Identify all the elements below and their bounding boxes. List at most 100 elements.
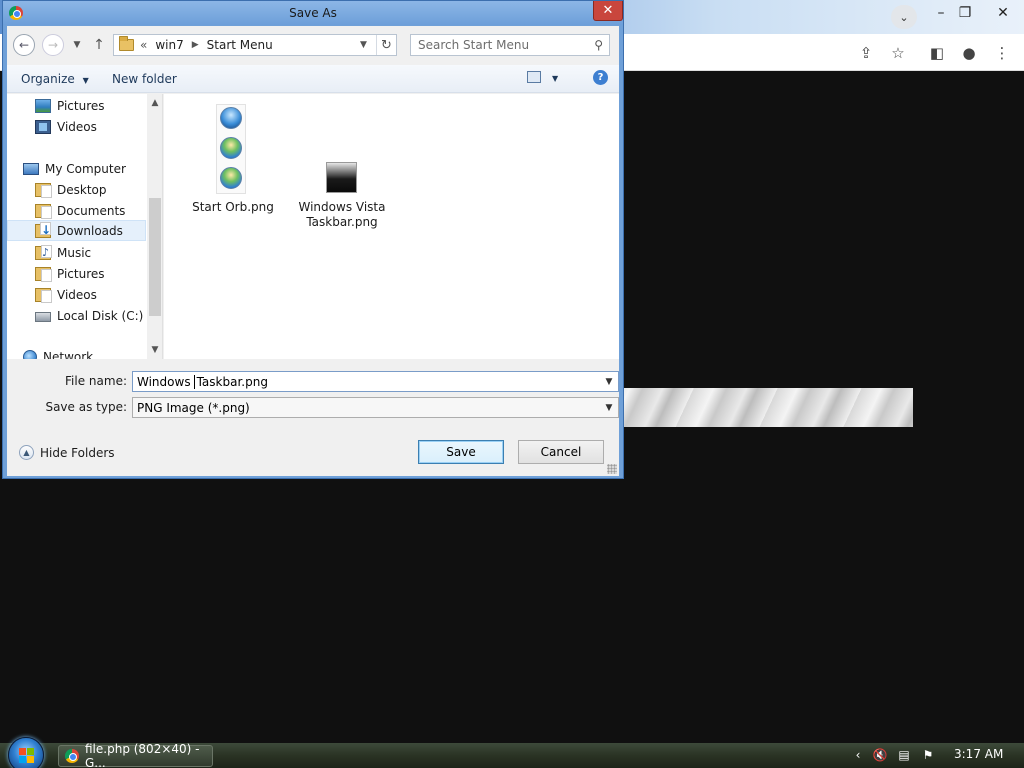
start-orb-icon bbox=[220, 137, 242, 159]
save-type-select[interactable]: PNG Image (*.png) ▼ bbox=[132, 397, 619, 418]
address-overflow-chevron[interactable]: « bbox=[140, 38, 147, 52]
file-start-orb[interactable]: Start Orb.png bbox=[190, 200, 276, 215]
browser-close-button[interactable]: ✕ bbox=[988, 0, 1018, 26]
nav-item-label: Desktop bbox=[57, 182, 107, 197]
nav-item-videos[interactable]: Videos bbox=[35, 116, 97, 137]
file-name-dropdown-icon[interactable]: ▼ bbox=[602, 373, 616, 390]
computer-icon bbox=[23, 162, 39, 175]
vista-taskbar-thumbnail[interactable] bbox=[326, 162, 357, 193]
file-list: Start Orb.png Windows Vista Taskbar.png bbox=[164, 94, 619, 359]
folder-icon bbox=[119, 36, 134, 51]
music-icon bbox=[35, 244, 52, 260]
start-orb-icon bbox=[220, 167, 242, 189]
address-segment-start-menu[interactable]: Start Menu bbox=[207, 38, 273, 52]
change-view-icon[interactable] bbox=[527, 71, 541, 83]
dialog-close-button[interactable]: ✕ bbox=[593, 1, 623, 21]
start-orb-thumbnail[interactable] bbox=[216, 104, 246, 194]
network-icon bbox=[23, 349, 37, 359]
folder-icon bbox=[35, 182, 52, 198]
address-dropdown-icon[interactable]: ▼ bbox=[360, 40, 367, 50]
nav-item-label: Videos bbox=[57, 119, 97, 134]
up-folder-icon[interactable]: ↑ bbox=[91, 36, 107, 54]
videos-icon bbox=[35, 119, 51, 134]
downloads-icon bbox=[35, 221, 51, 238]
scroll-up-icon[interactable]: ▲ bbox=[147, 95, 162, 111]
new-folder-button[interactable]: New folder bbox=[112, 72, 177, 86]
save-type-value: PNG Image (*.png) bbox=[137, 400, 250, 415]
organize-button[interactable]: Organize ▼ bbox=[21, 72, 89, 86]
file-name-line2: Taskbar.png bbox=[306, 215, 378, 229]
search-icon[interactable]: ⚲ bbox=[594, 38, 603, 52]
organize-label: Organize bbox=[21, 72, 75, 86]
file-name-value-part2: Taskbar.png bbox=[196, 374, 268, 389]
dialog-body: ← → ▼ ↑ « win7 ▶ Start Menu ▼ ↻ Search S… bbox=[7, 26, 619, 476]
nav-item-videos-2[interactable]: Videos bbox=[35, 284, 97, 305]
address-segment-win7[interactable]: win7 bbox=[155, 38, 183, 52]
address-bar[interactable]: « win7 ▶ Start Menu ▼ ↻ bbox=[113, 34, 397, 56]
nav-item-label: My Computer bbox=[45, 161, 126, 176]
bookmark-star-icon[interactable]: ☆ bbox=[886, 41, 910, 65]
address-separator-icon[interactable]: ▶ bbox=[192, 40, 199, 50]
nav-scrollbar[interactable]: ▲ ▼ bbox=[147, 94, 162, 359]
taskbar-item-chrome[interactable]: file.php (802×40) - G... bbox=[58, 742, 213, 768]
action-center-flag-icon[interactable]: ⚑ bbox=[920, 747, 936, 763]
hide-folders-button[interactable]: ▲ Hide Folders bbox=[19, 445, 115, 460]
nav-item-label: Videos bbox=[57, 287, 97, 302]
nav-item-my-computer[interactable]: My Computer bbox=[23, 158, 126, 179]
nav-item-downloads[interactable]: Downloads bbox=[7, 220, 146, 241]
volume-muted-icon[interactable]: 🔇 bbox=[872, 747, 888, 763]
nav-item-label: Local Disk (C:) bbox=[57, 308, 144, 323]
scroll-thumb[interactable] bbox=[149, 198, 161, 316]
disk-icon bbox=[35, 312, 51, 322]
share-icon[interactable]: ⇪ bbox=[854, 41, 878, 65]
save-type-label: Save as type: bbox=[45, 400, 127, 414]
taskbar: file.php (802×40) - G... ‹ 🔇 ▤ ⚑ 3:17 AM bbox=[0, 737, 1024, 768]
collapse-up-icon: ▲ bbox=[19, 445, 34, 460]
search-placeholder: Search Start Menu bbox=[418, 38, 530, 52]
restore-button[interactable]: ❐ bbox=[950, 0, 980, 26]
windows-logo-icon bbox=[19, 748, 35, 764]
nav-item-label: Network bbox=[43, 349, 94, 360]
dialog-titlebar[interactable]: Save As ✕ bbox=[3, 1, 623, 25]
back-button[interactable]: ← bbox=[13, 34, 35, 56]
organize-dropdown-icon: ▼ bbox=[82, 76, 89, 85]
recent-locations-dropdown-icon[interactable]: ▼ bbox=[69, 36, 85, 54]
menu-kebab-icon[interactable]: ⋮ bbox=[990, 41, 1014, 65]
taskbar-item-label: file.php (802×40) - G... bbox=[85, 742, 200, 768]
nav-item-label: Pictures bbox=[57, 266, 105, 281]
help-icon[interactable]: ? bbox=[593, 70, 608, 85]
command-bar: Organize ▼ New folder ▼ ? bbox=[7, 65, 619, 93]
save-type-dropdown-icon[interactable]: ▼ bbox=[602, 399, 616, 416]
refresh-icon[interactable]: ↻ bbox=[376, 35, 396, 55]
nav-item-label: Documents bbox=[57, 203, 126, 218]
save-button[interactable]: Save bbox=[418, 440, 504, 464]
file-name-input[interactable]: Windows Taskbar.png ▼ bbox=[132, 371, 619, 392]
nav-item-local-disk[interactable]: Local Disk (C:) bbox=[35, 305, 143, 326]
nav-item-desktop[interactable]: Desktop bbox=[35, 179, 107, 200]
show-hidden-icons-icon[interactable]: ‹ bbox=[850, 747, 866, 763]
dialog-title: Save As bbox=[289, 6, 337, 20]
resize-grip[interactable] bbox=[607, 464, 617, 474]
file-windows-vista-taskbar[interactable]: Windows Vista Taskbar.png bbox=[294, 200, 390, 230]
scroll-down-icon[interactable]: ▼ bbox=[147, 342, 162, 358]
cancel-button[interactable]: Cancel bbox=[518, 440, 604, 464]
tab-search-dropdown-icon[interactable]: ⌄ bbox=[891, 5, 917, 29]
pictures-icon bbox=[35, 98, 51, 113]
clock[interactable]: 3:17 AM bbox=[954, 747, 1003, 761]
nav-item-documents[interactable]: Documents bbox=[35, 200, 125, 221]
network-tray-icon[interactable]: ▤ bbox=[896, 747, 912, 763]
start-button[interactable] bbox=[8, 737, 44, 768]
profile-icon[interactable]: ● bbox=[957, 41, 981, 65]
nav-item-network[interactable]: Network bbox=[23, 346, 93, 359]
side-panel-icon[interactable]: ◧ bbox=[925, 41, 949, 65]
file-name-value-part1: Windows bbox=[137, 374, 191, 389]
nav-item-music[interactable]: Music bbox=[35, 242, 91, 263]
nav-item-pictures-2[interactable]: Pictures bbox=[35, 263, 105, 284]
forward-button[interactable]: → bbox=[42, 34, 64, 56]
videos-icon bbox=[35, 287, 52, 303]
nav-item-pictures[interactable]: Pictures bbox=[35, 95, 105, 116]
file-name-label: File name: bbox=[65, 374, 127, 388]
view-options-dropdown-icon[interactable]: ▼ bbox=[552, 74, 558, 83]
search-input[interactable]: Search Start Menu ⚲ bbox=[410, 34, 610, 56]
file-name-line1: Windows Vista bbox=[298, 200, 386, 214]
